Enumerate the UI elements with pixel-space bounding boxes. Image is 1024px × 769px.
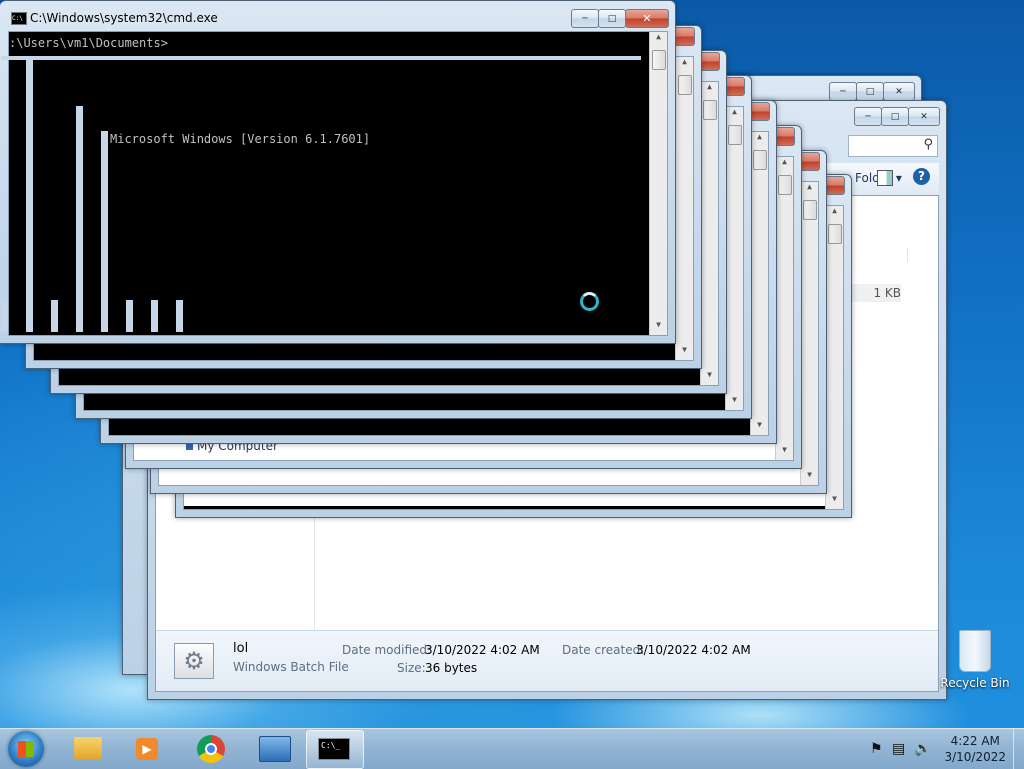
size-value: 36 bytes (425, 661, 478, 675)
cmd-app-icon: C:\ (11, 12, 27, 25)
vertical-scrollbar[interactable]: ▲ ▼ (649, 32, 667, 335)
close-button[interactable]: ✕ (883, 82, 915, 101)
stale-frame-artifact (51, 300, 58, 332)
date-modified-label: Date modified: (342, 643, 432, 657)
taskbar-media-player[interactable]: ▶ (120, 730, 176, 767)
console-banner: Microsoft Windows [Version 6.1.7601] (110, 132, 371, 146)
stale-frame-artifact (1, 56, 641, 60)
volume-icon[interactable]: 🔈 (914, 741, 931, 757)
cmd-window-front[interactable]: C:\ C:\Windows\system32\cmd.exe ─ □ ✕ :\… (0, 0, 676, 344)
stale-frame-artifact (76, 106, 83, 332)
vertical-scrollbar[interactable]: ▲ ▼ (825, 206, 843, 509)
maximize-button[interactable]: □ (856, 82, 884, 101)
desktop: ─ □ ✕ ─ □ ✕ ⚲ Folder ▾ ? tch 1 KB (0, 0, 1024, 728)
windows-explorer-icon (74, 737, 102, 759)
maximize-button[interactable]: □ (598, 9, 626, 28)
stale-frame-artifact (151, 300, 158, 332)
clock[interactable]: 4:22 AM 3/10/2022 (944, 733, 1006, 765)
vertical-scrollbar[interactable]: ▲ ▼ (775, 157, 793, 460)
vertical-scrollbar[interactable]: ▲ ▼ (700, 82, 718, 385)
recycle-bin-label: Recycle Bin (940, 676, 1010, 690)
details-file-type: Windows Batch File (233, 660, 349, 674)
stale-frame-artifact (1, 300, 8, 332)
taskbar-command-prompt[interactable]: C:\_ (306, 730, 364, 769)
media-player-icon: ▶ (136, 738, 158, 760)
maximize-button[interactable]: □ (881, 107, 909, 126)
close-button[interactable]: ✕ (908, 107, 940, 126)
chrome-icon (197, 735, 225, 763)
loading-spinner-icon (580, 292, 599, 311)
taskbar-chrome[interactable] (184, 730, 240, 767)
window-title: C:\Windows\system32\cmd.exe (30, 11, 218, 25)
recycle-bin-icon (959, 630, 991, 672)
stale-frame-artifact (176, 300, 183, 332)
size-label: Size: (397, 661, 426, 675)
date-created-value: 3/10/2022 4:02 AM (636, 643, 751, 657)
console-area[interactable]: :\Users\vm1\Documents> Microsoft Windows… (1, 31, 668, 336)
action-center-flag-icon[interactable]: ⚑ (870, 741, 883, 757)
command-prompt-icon: C:\_ (318, 738, 350, 760)
vertical-scrollbar[interactable]: ▲ ▼ (800, 182, 818, 485)
console-prompt-line: :\Users\vm1\Documents> (9, 36, 168, 50)
stale-frame-artifact (26, 56, 33, 332)
show-desktop-button[interactable] (1013, 729, 1024, 769)
taskbar: ▶ C:\_ ⚑ ▤ 🔈 4:22 AM 3/10/2022 (0, 728, 1024, 769)
close-button[interactable]: ✕ (625, 9, 669, 28)
clock-time: 4:22 AM (950, 734, 1000, 748)
search-box[interactable]: ⚲ (848, 135, 938, 157)
column-divider (907, 248, 908, 262)
details-pane: ⚙ lol Windows Batch File Date modified: … (156, 630, 938, 691)
help-icon[interactable]: ? (913, 168, 930, 185)
windows-logo-icon (18, 741, 34, 757)
minimize-button[interactable]: ─ (829, 82, 857, 101)
control-panel-icon (259, 736, 291, 762)
minimize-button[interactable]: ─ (571, 9, 599, 28)
preview-pane-icon[interactable] (877, 170, 893, 186)
stale-frame-artifact (101, 131, 108, 332)
vertical-scrollbar[interactable]: ▲ ▼ (675, 57, 693, 360)
notification-area: ⚑ ▤ 🔈 4:22 AM 3/10/2022 (854, 729, 1024, 769)
file-size-cell: 1 KB (846, 284, 901, 302)
details-file-name: lol (233, 641, 249, 656)
taskbar-explorer[interactable] (60, 730, 116, 767)
search-icon: ⚲ (923, 137, 933, 152)
date-modified-value: 3/10/2022 4:02 AM (425, 643, 540, 657)
start-button[interactable] (8, 731, 44, 767)
minimize-button[interactable]: ─ (854, 107, 882, 126)
batch-file-icon: ⚙ (174, 643, 214, 679)
date-created-label: Date created: (562, 643, 645, 657)
vertical-scrollbar[interactable]: ▲ ▼ (750, 132, 768, 435)
clock-date: 3/10/2022 (944, 750, 1006, 764)
taskbar-control-panel[interactable] (246, 730, 302, 767)
stale-frame-artifact (126, 300, 133, 332)
vertical-scrollbar[interactable]: ▲ ▼ (725, 107, 743, 410)
network-icon[interactable]: ▤ (892, 741, 905, 757)
recycle-bin[interactable]: Recycle Bin (936, 630, 1014, 690)
